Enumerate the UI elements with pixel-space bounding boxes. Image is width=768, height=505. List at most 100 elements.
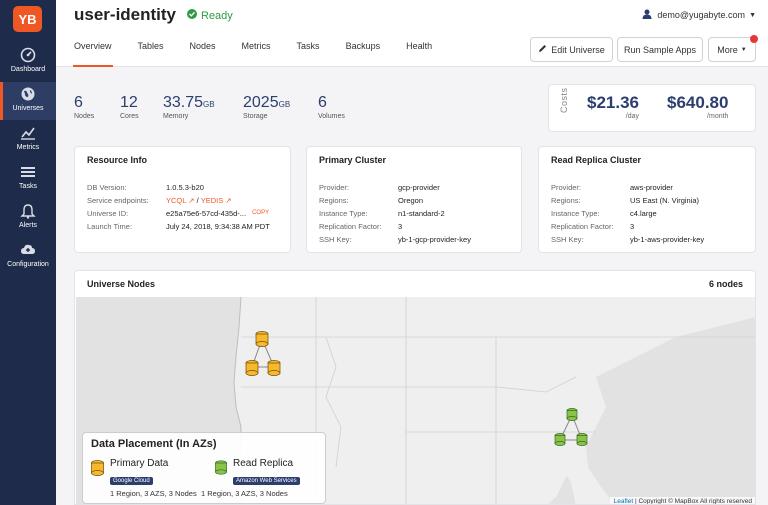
sidebar-item-tasks[interactable]: Tasks — [0, 160, 56, 198]
bell-icon — [19, 202, 37, 220]
stat-memory: 33.75GB Memory — [163, 94, 215, 120]
kv-value: aws-provider — [630, 183, 673, 192]
ycql-endpoint-link[interactable]: YCQL — [166, 196, 186, 205]
cost-daily: $21.36 /day — [587, 93, 639, 120]
kv-row: Service endpoints: YCQL ↗ / YEDIS ↗ — [87, 194, 270, 207]
primary-cluster-list: Provider: gcp-provider Regions: Oregon Ins… — [319, 181, 471, 246]
sidebar-item-label: Metrics — [16, 144, 40, 151]
sidebar-item-universes[interactable]: Universes — [0, 82, 56, 120]
nodes-map[interactable]: Data Placement (In AZs) Primary Data Goo… — [76, 297, 755, 505]
more-label: More — [717, 44, 738, 55]
check-circle-icon — [187, 9, 197, 22]
kv-key: Universe ID: — [87, 209, 129, 218]
kv-value: yb-1-aws-provider-key — [630, 235, 705, 244]
kv-row: Instance Type: n1-standard-2 — [319, 207, 471, 220]
kv-value: US East (N. Virginia) — [630, 196, 700, 205]
tab-tasks[interactable]: Tasks — [297, 41, 320, 67]
globe-icon — [19, 85, 37, 103]
user-email: demo@yugabyte.com — [657, 10, 746, 20]
attribution-text: | Copyright © MapBox All rights reserved — [633, 498, 752, 505]
primary-db-icon — [91, 460, 104, 481]
sidebar-item-label: Dashboard — [10, 66, 46, 73]
card-title: Read Replica Cluster — [551, 155, 642, 165]
cost-monthly-period: /month — [707, 113, 729, 120]
stat-value: 33.75 — [163, 94, 204, 111]
stat-value: 6 — [318, 94, 327, 111]
kv-key: Instance Type: — [551, 209, 600, 218]
yugabyte-logo[interactable]: YB — [13, 6, 42, 32]
replica-node-icon — [576, 433, 588, 446]
sidebar-item-configuration[interactable]: Configuration — [0, 238, 56, 276]
stat-value: 6 — [74, 94, 83, 111]
tab-overview[interactable]: Overview — [73, 41, 113, 67]
user-menu[interactable]: demo@yugabyte.com ▼ — [642, 9, 756, 21]
tab-health[interactable]: Health — [406, 41, 432, 67]
provider-badge-gcp: Google Cloud — [110, 477, 153, 485]
stat-value: 2025 — [243, 94, 279, 111]
kv-row: Regions: Oregon — [319, 194, 471, 207]
legend-replica: Read Replica Amazon Web Services 1 Regio… — [201, 458, 300, 498]
kv-key: Provider: — [319, 183, 350, 192]
status-badge: Ready — [187, 9, 233, 22]
external-link-icon: ↗ — [225, 196, 232, 205]
kv-value: e25a75e6-57cd-435d-... — [166, 209, 247, 218]
edit-universe-button[interactable]: Edit Universe — [530, 37, 613, 62]
copy-button[interactable]: COPY — [252, 207, 269, 220]
legend-title: Data Placement (In AZs) — [91, 438, 217, 450]
nodes-count: 6 nodes — [708, 279, 743, 289]
tasks-list-icon — [19, 163, 37, 181]
kv-key: SSH Key: — [551, 235, 584, 244]
replica-node-icon — [554, 433, 566, 446]
kv-value: 3 — [630, 222, 635, 231]
primary-node-icon — [245, 360, 259, 376]
tab-tables[interactable]: Tables — [138, 41, 164, 67]
sidebar-item-dashboard[interactable]: Dashboard — [0, 43, 56, 81]
sidebar: YB Dashboard Universes Metrics Tasks Ale… — [0, 0, 56, 505]
kv-row: Universe ID: e25a75e6-57cd-435d-... COPY — [87, 207, 270, 220]
read-replica-cluster-card: Read Replica Cluster Provider: aws-provid… — [538, 146, 756, 253]
cost-monthly-amount: $640.80 — [667, 93, 729, 112]
user-icon — [642, 9, 652, 21]
provider-badge-aws: Amazon Web Services — [233, 477, 300, 485]
kv-value: July 24, 2018, 9:34:38 AM PDT — [166, 222, 270, 231]
kv-key: Launch Time: — [87, 222, 133, 231]
kv-key: Provider: — [551, 183, 582, 192]
costs-panel: Costs $21.36 /day $640.80 /month — [548, 84, 756, 132]
kv-value: gcp-provider — [398, 183, 440, 192]
replica-db-icon — [215, 460, 227, 480]
sidebar-item-label: Configuration — [7, 261, 49, 268]
card-title: Primary Cluster — [319, 155, 387, 165]
sidebar-item-alerts[interactable]: Alerts — [0, 199, 56, 237]
more-button[interactable]: More ▼ — [708, 35, 758, 62]
kv-row: Provider: gcp-provider — [319, 181, 471, 194]
kv-row: SSH Key: yb-1-gcp-provider-key — [319, 233, 471, 246]
kv-row: DB Version: 1.0.5.3-b20 — [87, 181, 270, 194]
kv-row: Replication Factor: 3 — [319, 220, 471, 233]
notification-dot — [750, 35, 758, 43]
yedis-endpoint-link[interactable]: YEDIS — [201, 196, 224, 205]
universe-tabs: Overview Tables Nodes Metrics Tasks Back… — [73, 41, 458, 67]
resource-info-card: Resource Info DB Version: 1.0.5.3-b20 Se… — [74, 146, 291, 253]
stat-nodes: 6 Nodes — [74, 94, 94, 120]
legend-replica-name: Read Replica — [233, 458, 294, 469]
tab-backups[interactable]: Backups — [346, 41, 381, 67]
card-title: Resource Info — [87, 155, 148, 165]
leaflet-link[interactable]: Leaflet — [614, 498, 634, 504]
cost-monthly: $640.80 /month — [667, 93, 728, 120]
resource-info-list: DB Version: 1.0.5.3-b20 Service endpoint… — [87, 181, 270, 233]
sidebar-item-label: Alerts — [19, 222, 37, 229]
stat-volumes: 6 Volumes — [318, 94, 345, 120]
sidebar-item-label: Tasks — [19, 183, 37, 190]
stat-unit: GB — [203, 100, 215, 109]
run-sample-apps-button[interactable]: Run Sample Apps — [617, 37, 703, 62]
tab-nodes[interactable]: Nodes — [190, 41, 216, 67]
metrics-chart-icon — [19, 124, 37, 142]
stat-label: Nodes — [74, 113, 95, 120]
panel-title: Universe Nodes — [87, 279, 156, 289]
tab-metrics[interactable]: Metrics — [242, 41, 271, 67]
chevron-down-icon: ▼ — [749, 11, 756, 19]
sidebar-item-metrics[interactable]: Metrics — [0, 121, 56, 159]
stat-label: Volumes — [318, 113, 345, 120]
kv-row: Regions: US East (N. Virginia) — [551, 194, 704, 207]
primary-node-icon — [267, 360, 281, 376]
